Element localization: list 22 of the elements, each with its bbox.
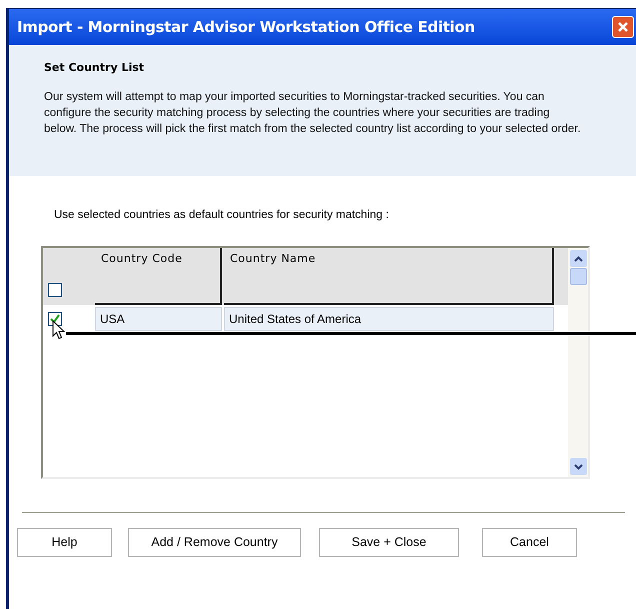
chevron-up-icon (574, 256, 582, 262)
close-button[interactable] (612, 16, 634, 38)
prompt-text: Use selected countries as default countries for security matching : (54, 208, 390, 223)
scroll-up-button[interactable] (570, 250, 586, 268)
column-header[interactable]: Country Name (224, 248, 554, 306)
description: Our system will attempt to map your imported securities to Morningstar-tracked securities. You can configure the security matching process by selecting the countries where your securities are trading below. The process will pick the first match from the selected country list according to your selected order. (44, 90, 582, 136)
section-title: Set Country List (44, 60, 146, 76)
table-cell: USA (95, 307, 222, 332)
chevron-down-icon (574, 464, 582, 470)
checkbox[interactable] (48, 283, 62, 298)
scroll-down-button[interactable] (570, 458, 586, 476)
dialog-button[interactable]: Save + Close (319, 528, 459, 558)
window-title: Import - Morningstar Advisor Workstation Office Edition (17, 16, 475, 38)
dialog-button[interactable]: Help (17, 528, 112, 558)
close-icon (617, 21, 629, 33)
dialog-button[interactable]: Cancel (482, 528, 577, 558)
table-cell: United States of America (224, 307, 554, 332)
scrollbar[interactable] (568, 248, 588, 478)
column-header[interactable]: Country Code (95, 248, 222, 306)
scroll-thumb[interactable] (570, 268, 586, 286)
dialog-button[interactable]: Add / Remove Country (128, 528, 301, 558)
check-icon (50, 314, 60, 324)
